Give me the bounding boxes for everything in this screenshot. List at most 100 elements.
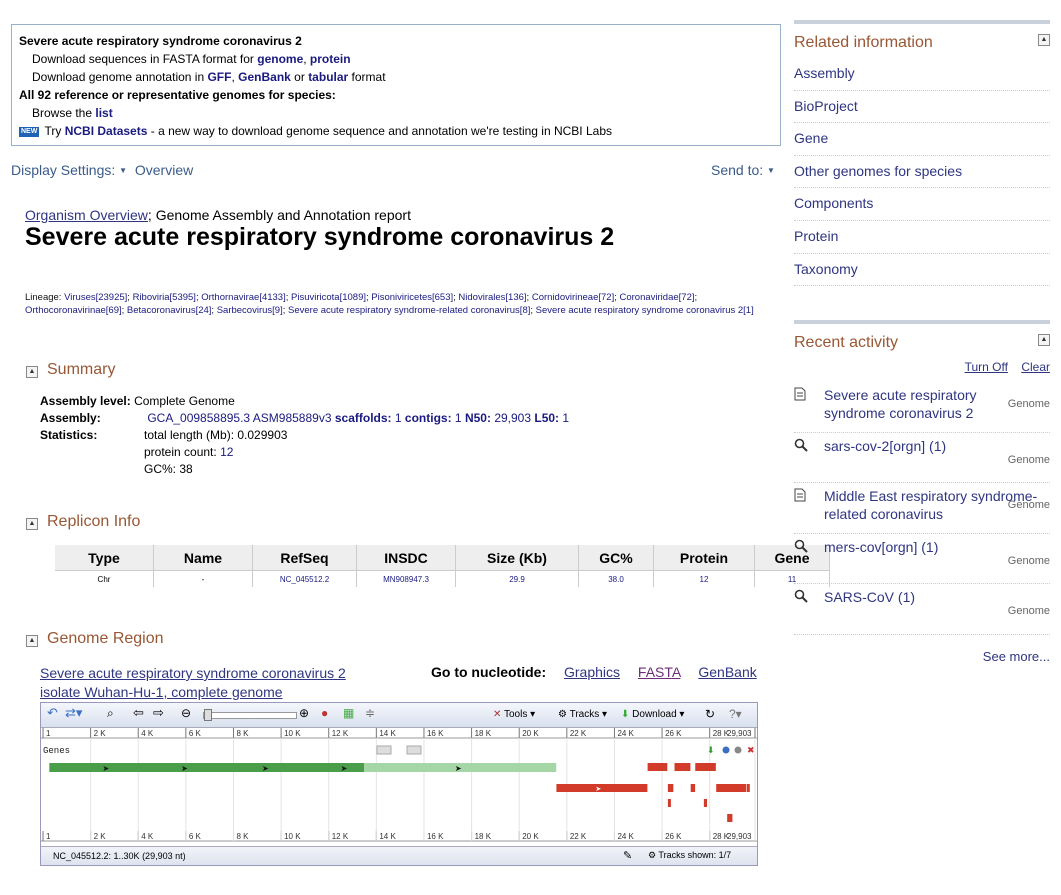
recent-activity-label[interactable]: mers-cov[orgn] (1)	[824, 538, 938, 556]
genome-list-link[interactable]: list	[95, 106, 112, 120]
lineage-link[interactable]: Cornidovirineae[72]	[532, 292, 614, 303]
ruler-tick-label: 8 K	[236, 832, 249, 841]
recent-activity-item[interactable]: sars-cov-2[orgn] (1) Genome	[794, 433, 1050, 484]
color-legend-icon[interactable]: ▦	[343, 706, 354, 720]
lineage-link[interactable]: Pisoniviricetes[653]	[371, 292, 453, 303]
zoom-slider[interactable]	[203, 712, 297, 719]
lineage-link[interactable]: Orthocoronavirinae[69]	[25, 305, 122, 316]
recent-activity-label[interactable]: Severe acute respiratory	[824, 386, 977, 404]
table-header-row: Type Name RefSeq INSDC Size (Kb) GC% Protein Ge…	[55, 545, 830, 571]
lineage-link[interactable]: Pisuviricota[1089]	[291, 292, 366, 303]
zoom-in-icon[interactable]: ⊕	[299, 706, 309, 720]
gene-feature	[647, 763, 668, 771]
help-icon[interactable]: ?▾	[729, 707, 742, 721]
download-menu[interactable]: ⬇ Download ▾	[621, 709, 684, 720]
edit-icon[interactable]: ✎	[623, 849, 632, 862]
related-link[interactable]: Components	[794, 188, 1050, 221]
track-label: Genes	[43, 746, 70, 756]
graphics-link[interactable]: Graphics	[564, 664, 620, 680]
isolate-link-line2[interactable]: isolate Wuhan-Hu-1, complete genome	[40, 683, 346, 702]
gene-feature	[667, 784, 674, 792]
table-cell[interactable]: 38.0	[578, 570, 654, 587]
summary-section-header[interactable]: ▲ Summary	[26, 361, 115, 379]
lineage-link[interactable]: Coronaviridae[72]	[620, 292, 695, 303]
recent-activity-item[interactable]: Severe acute respiratory syndrome coronav…	[794, 382, 1050, 433]
related-link[interactable]: Taxonomy	[794, 254, 1050, 287]
sync-icon[interactable]: ⇄▾	[65, 705, 82, 721]
recent-activity-item[interactable]: Middle East respiratory syndrome-related…	[794, 483, 1050, 534]
related-link[interactable]: Protein	[794, 221, 1050, 254]
tools-menu[interactable]: ✕ Tools ▾	[493, 709, 535, 720]
display-settings-menu[interactable]: Display Settings: ▼	[11, 162, 127, 178]
fit-icon[interactable]: ≑	[365, 706, 375, 720]
lineage-link[interactable]: Severe acute respiratory syndrome corona…	[536, 305, 754, 316]
recent-activity-label[interactable]: sars-cov-2[orgn] (1)	[824, 437, 946, 455]
genome-track-canvas[interactable]: 12 K4 K6 K8 K 10 K 12 K 14 K 16 K 18 K 20 K 22 …	[41, 728, 757, 848]
related-link[interactable]: Gene	[794, 123, 1050, 156]
pan-left-icon[interactable]: ⇦	[133, 705, 144, 721]
genbank-link[interactable]: GenBank	[238, 70, 291, 84]
track-next-button	[406, 745, 422, 755]
isolate-link[interactable]: Severe acute respiratory syndrome corona…	[40, 664, 346, 702]
tabular-link[interactable]: tabular	[308, 70, 348, 84]
zoom-search-icon[interactable]: ⌕	[107, 706, 114, 721]
zoom-out-icon[interactable]: ⊖	[181, 706, 191, 720]
lineage-link[interactable]: Orthornavirae[4133]	[201, 292, 286, 303]
ruler-tick-label: 24 K	[617, 832, 634, 841]
organism-heading: Severe acute respiratory syndrome corona…	[19, 34, 302, 48]
recent-activity-label-line2[interactable]: related coronavirus	[824, 505, 1037, 523]
table-cell[interactable]: 29.9	[455, 570, 579, 587]
ruler-tick-label: 29,903	[727, 729, 752, 738]
ruler-tick-label: 1	[46, 729, 51, 738]
collapse-icon[interactable]: ▲	[26, 366, 38, 378]
recent-activity-item[interactable]: SARS-CoV (1) Genome	[794, 584, 1050, 635]
collapse-icon[interactable]: ▲	[26, 518, 38, 530]
protein-count-link[interactable]: 12	[220, 445, 233, 459]
clear-link[interactable]: Clear	[1021, 360, 1050, 374]
l50-value: 1	[562, 411, 570, 425]
lineage-link[interactable]: Riboviria[5395]	[133, 292, 196, 303]
related-link[interactable]: Other genomes for species	[794, 156, 1050, 189]
tracks-shown[interactable]: ⚙ Tracks shown: 1/7	[648, 850, 731, 861]
send-to-menu[interactable]: Send to: ▼	[711, 162, 775, 178]
genome-fasta-link[interactable]: genome	[257, 52, 303, 66]
turn-off-link[interactable]: Turn Off	[965, 360, 1008, 374]
column-header: GC%	[578, 545, 654, 571]
recent-activity-label[interactable]: Middle East respiratory syndrome-	[824, 487, 1037, 505]
undo-icon[interactable]: ↶	[47, 705, 58, 721]
related-link[interactable]: BioProject	[794, 91, 1050, 124]
lineage-link[interactable]: Betacoronavirus[24]	[127, 305, 212, 316]
collapse-icon[interactable]: ▲	[26, 635, 38, 647]
recent-activity-item[interactable]: mers-cov[orgn] (1) Genome	[794, 534, 1050, 585]
lineage-link[interactable]: Severe acute respiratory syndrome-relate…	[288, 305, 530, 316]
recent-activity-label-line2[interactable]: syndrome coronavirus 2	[824, 404, 977, 422]
tracks-menu[interactable]: ⚙ Tracks ▾	[558, 709, 607, 720]
sequence-icon[interactable]: ●	[321, 706, 328, 720]
recent-activity-label[interactable]: SARS-CoV (1)	[824, 588, 915, 606]
genome-viewer[interactable]: ↶ ⇄▾ ⌕ ⇦ ⇨ ⊖ ⊕ ● ▦ ≑ ✕ Tools ▾ ⚙ Tracks …	[40, 702, 758, 866]
lineage-link[interactable]: Sarbecovirus[9]	[217, 305, 283, 316]
assembly-link[interactable]: GCA_009858895.3 ASM985889v3	[147, 411, 331, 425]
zoom-slider-handle[interactable]	[204, 709, 212, 721]
genome-region-section-header[interactable]: ▲ Genome Region	[26, 630, 164, 648]
ncbi-datasets-link[interactable]: NCBI Datasets	[65, 124, 148, 138]
related-link[interactable]: Assembly	[794, 58, 1050, 91]
organism-overview-link[interactable]: Organism Overview	[25, 207, 148, 223]
isolate-link-line1[interactable]: Severe acute respiratory syndrome corona…	[40, 664, 346, 683]
protein-fasta-link[interactable]: protein	[310, 52, 351, 66]
table-cell[interactable]: MN908947.3	[356, 570, 456, 587]
genbank-nucleotide-link[interactable]: GenBank	[698, 664, 756, 680]
table-cell[interactable]: NC_045512.2	[252, 570, 357, 587]
collapse-icon[interactable]: ▲	[1038, 34, 1050, 46]
pan-right-icon[interactable]: ⇨	[153, 705, 164, 721]
gff-link[interactable]: GFF	[207, 70, 231, 84]
collapse-icon[interactable]: ▲	[1038, 334, 1050, 347]
refresh-icon[interactable]: ↻	[705, 707, 715, 721]
replicon-section-header[interactable]: ▲ Replicon Info	[26, 513, 140, 531]
table-cell[interactable]: 12	[653, 570, 755, 587]
fasta-link[interactable]: FASTA	[638, 664, 681, 680]
lineage-link[interactable]: Viruses[23925]	[64, 292, 127, 303]
see-more-link[interactable]: See more...	[794, 649, 1050, 664]
lineage-link[interactable]: Nidovirales[136]	[458, 292, 526, 303]
strand-arrow: ➤	[455, 764, 462, 773]
